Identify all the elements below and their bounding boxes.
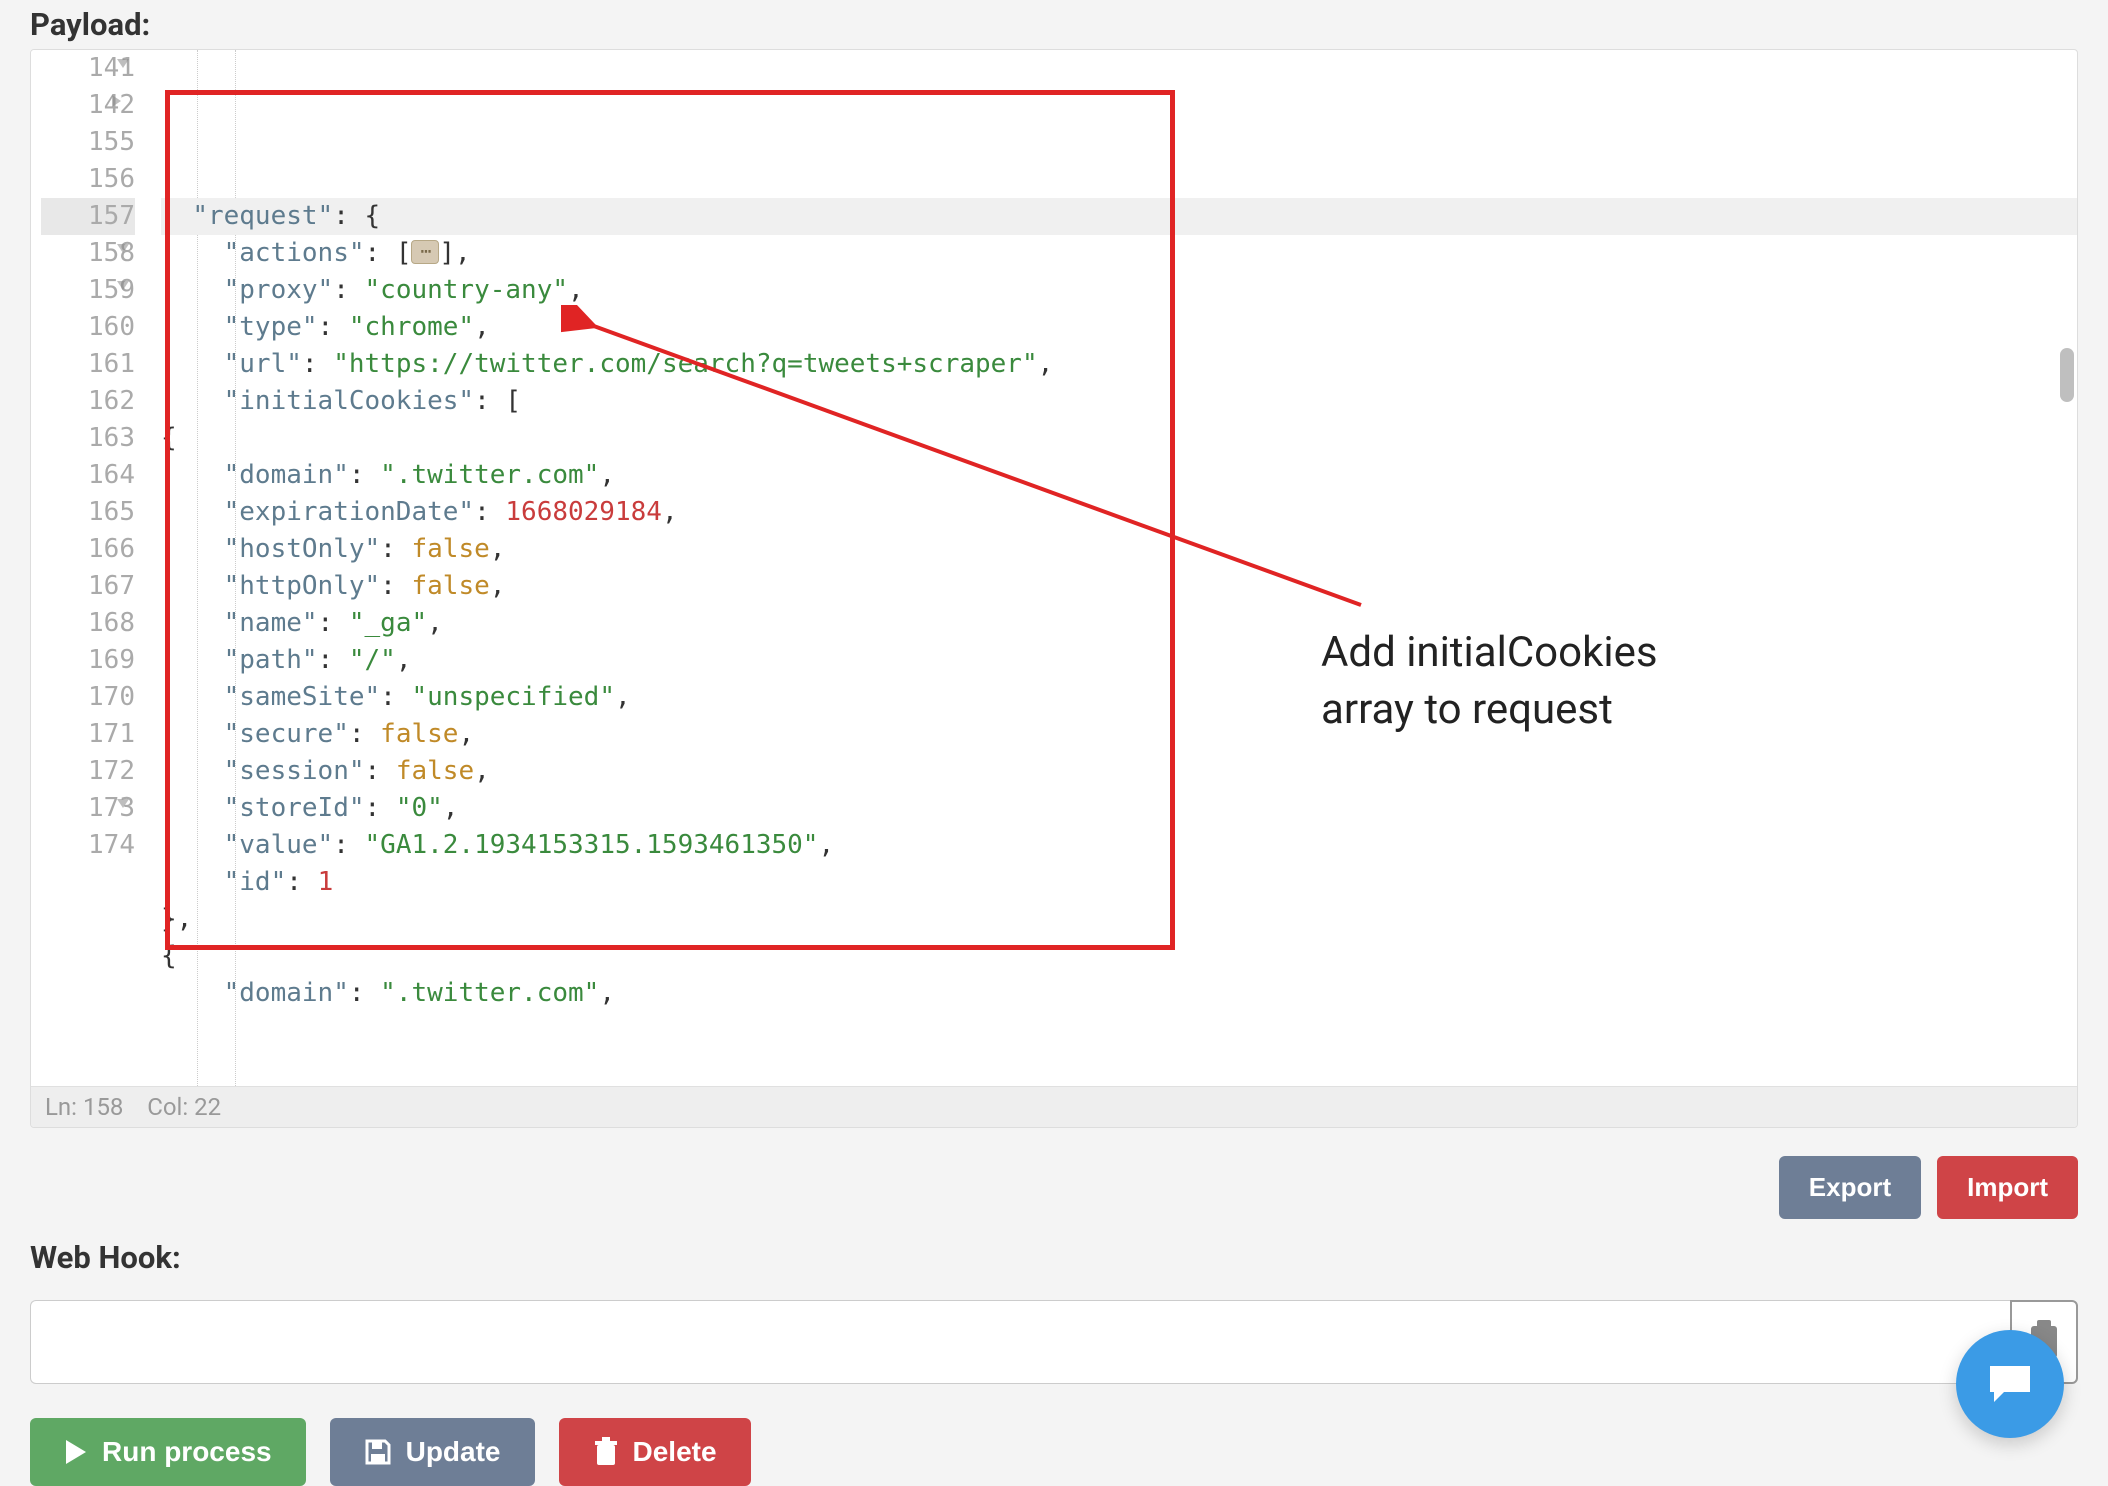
- fold-open-icon[interactable]: [117, 244, 129, 253]
- gutter-line: 158: [41, 235, 135, 272]
- code-line[interactable]: "domain": ".twitter.com",: [161, 457, 2077, 494]
- code-line[interactable]: "domain": ".twitter.com",: [161, 975, 2077, 1012]
- code-line[interactable]: "proxy": "country-any",: [161, 272, 2077, 309]
- code-line[interactable]: "name": "_ga",: [161, 605, 2077, 642]
- annotation-text: Add initialCookies array to request: [1321, 625, 1658, 738]
- code-line[interactable]: "expirationDate": 1668029184,: [161, 494, 2077, 531]
- gutter-line: 174: [41, 827, 135, 864]
- play-icon: [64, 1438, 88, 1466]
- code-line[interactable]: {: [161, 938, 2077, 975]
- code-line[interactable]: "initialCookies": [: [161, 383, 2077, 420]
- gutter-line: 165: [41, 494, 135, 531]
- fold-open-icon[interactable]: [117, 799, 129, 808]
- save-icon: [364, 1438, 392, 1466]
- gutter-line: 161: [41, 346, 135, 383]
- code-line[interactable]: },: [161, 901, 2077, 938]
- status-ln: 158: [83, 1093, 123, 1121]
- status-col: 22: [194, 1093, 221, 1121]
- editor-gutter: 1411421551561571581591601611621631641651…: [31, 50, 161, 1086]
- run-label: Run process: [102, 1436, 272, 1468]
- gutter-line: 157: [41, 198, 135, 235]
- export-button[interactable]: Export: [1779, 1156, 1921, 1219]
- code-line[interactable]: "storeId": "0",: [161, 790, 2077, 827]
- gutter-line: 167: [41, 568, 135, 605]
- code-line[interactable]: "sameSite": "unspecified",: [161, 679, 2077, 716]
- chat-icon: [1984, 1360, 2036, 1408]
- code-line[interactable]: "request": {: [161, 198, 2077, 235]
- code-line[interactable]: "url": "https://twitter.com/search?q=twe…: [161, 346, 2077, 383]
- chat-fab[interactable]: [1956, 1330, 2064, 1438]
- payload-label: Payload:: [30, 6, 2078, 43]
- gutter-line: 169: [41, 642, 135, 679]
- code-line[interactable]: "actions": [],: [161, 235, 2077, 272]
- update-label: Update: [406, 1436, 501, 1468]
- webhook-label: Web Hook:: [30, 1239, 2078, 1276]
- status-ln-label: Ln:: [45, 1093, 77, 1121]
- code-line[interactable]: "path": "/",: [161, 642, 2077, 679]
- gutter-line: 162: [41, 383, 135, 420]
- gutter-line: 168: [41, 605, 135, 642]
- status-col-label: Col:: [147, 1093, 188, 1121]
- webhook-input[interactable]: [30, 1300, 2010, 1384]
- code-line[interactable]: "secure": false,: [161, 716, 2077, 753]
- gutter-line: 156: [41, 161, 135, 198]
- gutter-line: 171: [41, 716, 135, 753]
- trash-icon: [593, 1437, 619, 1467]
- gutter-line: 142: [41, 87, 135, 124]
- code-line[interactable]: "session": false,: [161, 753, 2077, 790]
- fold-open-icon[interactable]: [117, 281, 129, 290]
- export-import-row: Export Import: [30, 1156, 2078, 1219]
- gutter-line: 164: [41, 457, 135, 494]
- webhook-row: [30, 1300, 2078, 1384]
- gutter-line: 166: [41, 531, 135, 568]
- code-line[interactable]: "type": "chrome",: [161, 309, 2077, 346]
- annotation-line2: array to request: [1321, 682, 1658, 739]
- delete-label: Delete: [633, 1436, 717, 1468]
- gutter-line: 160: [41, 309, 135, 346]
- payload-editor[interactable]: 1411421551561571581591601611621631641651…: [30, 49, 2078, 1128]
- code-line[interactable]: "httpOnly": false,: [161, 568, 2077, 605]
- fold-closed-icon[interactable]: [112, 95, 127, 107]
- gutter-line: 170: [41, 679, 135, 716]
- code-line[interactable]: "hostOnly": false,: [161, 531, 2077, 568]
- annotation-line1: Add initialCookies: [1321, 625, 1658, 682]
- gutter-line: 172: [41, 753, 135, 790]
- gutter-line: 163: [41, 420, 135, 457]
- editor-statusbar: Ln: 158 Col: 22: [31, 1086, 2077, 1127]
- editor-scrollbar[interactable]: [2060, 348, 2074, 402]
- editor-code[interactable]: "request": { "actions": [], "proxy": "co…: [161, 50, 2077, 1086]
- gutter-line: 141: [41, 50, 135, 87]
- fold-open-icon[interactable]: [117, 59, 129, 68]
- gutter-line: 159: [41, 272, 135, 309]
- code-line[interactable]: "value": "GA1.2.1934153315.1593461350",: [161, 827, 2077, 864]
- code-line[interactable]: "id": 1: [161, 864, 2077, 901]
- folded-region-icon[interactable]: [411, 240, 439, 264]
- code-line[interactable]: {: [161, 420, 2077, 457]
- gutter-line: 173: [41, 790, 135, 827]
- import-button[interactable]: Import: [1937, 1156, 2078, 1219]
- gutter-line: 155: [41, 124, 135, 161]
